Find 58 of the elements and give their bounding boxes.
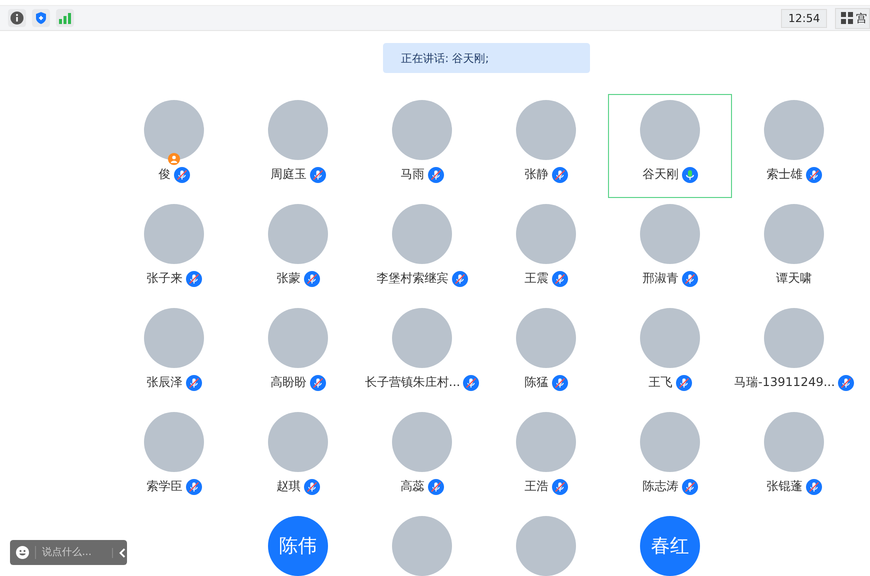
collapse-chevron-icon[interactable] <box>112 548 126 558</box>
muted-mic-icon[interactable] <box>452 270 468 286</box>
participant-name: 高蕊 <box>400 478 424 495</box>
participant-name: 马瑞-13911249... <box>734 374 835 391</box>
info-icon[interactable] <box>8 9 26 27</box>
muted-mic-icon[interactable] <box>428 478 444 494</box>
muted-mic-icon[interactable] <box>676 374 692 390</box>
muted-mic-icon[interactable] <box>806 166 822 182</box>
muted-mic-icon[interactable] <box>682 270 698 286</box>
participant-name: 赵琪 <box>276 478 300 495</box>
muted-mic-icon[interactable] <box>838 374 854 390</box>
participant-name: 张蒙 <box>276 270 300 287</box>
muted-mic-icon[interactable] <box>174 166 190 182</box>
participant-name: 高盼盼 <box>270 374 306 391</box>
view-button[interactable]: 宫 <box>835 8 870 28</box>
participant-name: 邢淑青 <box>642 270 678 287</box>
text-avatar: 陈伟 <box>268 516 328 576</box>
muted-mic-icon[interactable] <box>682 478 698 494</box>
participant-name: 张子来 <box>146 270 182 287</box>
chat-input-field[interactable]: 说点什么... <box>42 547 106 558</box>
participant-name: 张静 <box>524 166 548 183</box>
muted-mic-icon[interactable] <box>304 478 320 494</box>
grid-icon <box>841 12 853 24</box>
muted-mic-icon[interactable] <box>304 270 320 286</box>
shield-icon[interactable] <box>32 9 50 27</box>
participant-name: 索士雄 <box>766 166 802 183</box>
muted-mic-icon[interactable] <box>428 166 444 182</box>
muted-mic-icon[interactable] <box>186 270 202 286</box>
muted-mic-icon[interactable] <box>552 374 568 390</box>
muted-mic-icon[interactable] <box>552 166 568 182</box>
speaking-banner: 正在讲话: 谷天刚; <box>383 43 590 73</box>
muted-mic-icon[interactable] <box>806 478 822 494</box>
participant-name: 谷天刚 <box>642 166 678 183</box>
participant-name: 陈志涛 <box>642 478 678 495</box>
participant-name: 索学臣 <box>146 478 182 495</box>
participant-name: 王浩 <box>524 478 548 495</box>
muted-mic-icon[interactable] <box>186 478 202 494</box>
muted-mic-icon[interactable] <box>186 374 202 390</box>
participant-name: 俊 <box>158 166 170 183</box>
participant-name: 长子营镇朱庄村... <box>364 374 460 391</box>
participant-name: 王震 <box>524 270 548 287</box>
participant-name: 李堡村索继宾 <box>376 270 448 287</box>
time-display: 12:54 <box>781 8 827 28</box>
muted-mic-icon[interactable] <box>552 478 568 494</box>
participant-name: 张辰泽 <box>146 374 182 391</box>
participant-name: 谭天啸 <box>776 270 812 287</box>
muted-mic-icon[interactable] <box>552 270 568 286</box>
participant-name: 王飞 <box>648 374 672 391</box>
muted-mic-icon[interactable] <box>310 166 326 182</box>
text-avatar: 春红 <box>640 516 700 576</box>
active-mic-icon[interactable] <box>682 166 698 182</box>
muted-mic-icon[interactable] <box>310 374 326 390</box>
participant-name: 马雨 <box>400 166 424 183</box>
participant-name: 张锟蓬 <box>766 478 802 495</box>
emoji-icon[interactable] <box>16 546 36 559</box>
participant-name: 陈猛 <box>524 374 548 391</box>
participant-name: 周庭玉 <box>270 166 306 183</box>
muted-mic-icon[interactable] <box>463 374 480 390</box>
